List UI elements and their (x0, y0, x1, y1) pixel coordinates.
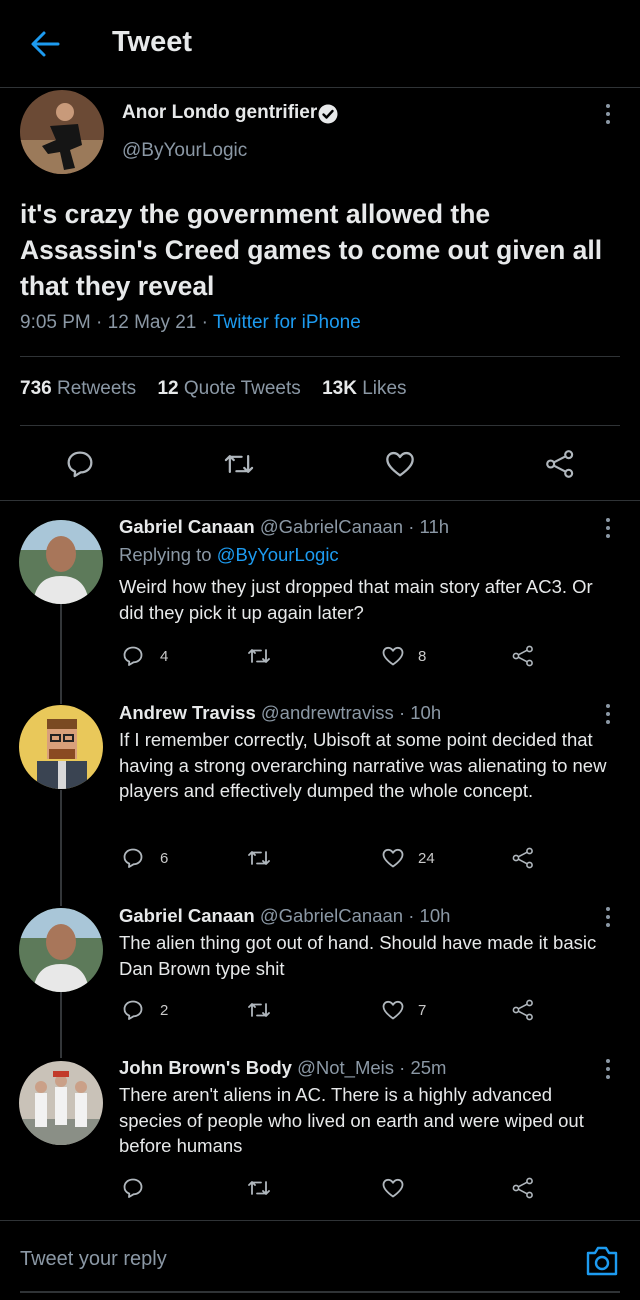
reply-header: Gabriel Canaan @GabrielCanaan · 11h (119, 516, 450, 537)
reply-icon[interactable] (120, 644, 146, 668)
reply-author-handle[interactable]: @GabrielCanaan (260, 905, 403, 926)
meta-separator: · (201, 312, 208, 333)
page-title: Tweet (112, 26, 193, 58)
reply-header: Gabriel Canaan @GabrielCanaan · 10h (119, 905, 451, 926)
like-icon[interactable] (380, 998, 406, 1022)
reply-text: Weird how they just dropped that main st… (119, 576, 593, 623)
back-arrow-icon[interactable] (28, 28, 62, 60)
more-options-icon[interactable] (604, 704, 612, 728)
reply-input[interactable]: Tweet your reply (20, 1248, 167, 1271)
reply-author-handle[interactable]: @andrewtraviss (261, 702, 394, 723)
like-count: 7 (418, 1002, 427, 1019)
reply-avatar[interactable] (19, 908, 103, 992)
retweet-icon[interactable] (245, 1176, 273, 1200)
composer-underline (20, 1291, 620, 1293)
more-options-icon[interactable] (604, 104, 612, 128)
divider (20, 425, 620, 426)
reply-time: 25m (410, 1057, 447, 1078)
divider (0, 500, 640, 501)
top-bar: Tweet (0, 0, 640, 88)
reply-author-handle[interactable]: @Not_Meis (297, 1057, 394, 1078)
thread-line (60, 992, 62, 1058)
retweets-stat[interactable]: 736 Retweets (20, 378, 136, 399)
likes-stat[interactable]: 13K Likes (322, 378, 407, 399)
reply-icon[interactable] (120, 998, 146, 1022)
reply-author-name[interactable]: Andrew Traviss (119, 702, 256, 723)
reply-avatar[interactable] (19, 520, 103, 604)
like-icon[interactable] (383, 448, 417, 480)
retweet-icon[interactable] (245, 846, 273, 870)
reply-avatar[interactable] (19, 1061, 103, 1145)
camera-icon[interactable] (584, 1244, 620, 1278)
meta-separator: · (96, 312, 103, 333)
reply-header: John Brown's Body @Not_Meis · 25m (119, 1057, 447, 1078)
more-options-icon[interactable] (604, 518, 612, 542)
like-icon[interactable] (380, 644, 406, 668)
share-icon[interactable] (543, 448, 577, 480)
verified-badge-icon (318, 104, 338, 124)
tweet-source-link[interactable]: Twitter for iPhone (213, 312, 361, 333)
share-icon[interactable] (510, 998, 536, 1022)
reply-avatar[interactable] (19, 705, 103, 789)
reply-text: If I remember correctly, Ubisoft at some… (119, 729, 607, 801)
reply-count: 6 (160, 850, 169, 867)
author-handle[interactable]: @ByYourLogic (122, 140, 247, 162)
reply-text: The alien thing got out of hand. Should … (119, 932, 597, 979)
reply-count: 2 (160, 1002, 169, 1019)
replying-to-handle[interactable]: @ByYourLogic (217, 544, 339, 565)
retweet-icon[interactable] (245, 998, 273, 1022)
retweet-icon[interactable] (245, 644, 273, 668)
more-options-icon[interactable] (604, 907, 612, 931)
like-icon[interactable] (380, 1176, 406, 1200)
reply-text: There aren't aliens in AC. There is a hi… (119, 1084, 584, 1156)
thread-line (60, 790, 62, 906)
more-options-icon[interactable] (604, 1059, 612, 1083)
thread-line (60, 604, 62, 704)
reply-author-name[interactable]: Gabriel Canaan (119, 905, 255, 926)
like-icon[interactable] (380, 846, 406, 870)
reply-author-handle[interactable]: @GabrielCanaan (260, 516, 403, 537)
reply-header: Andrew Traviss @andrewtraviss · 10h (119, 702, 442, 723)
replying-to: Replying to @ByYourLogic (119, 544, 339, 565)
reply-time: 10h (410, 702, 442, 723)
share-icon[interactable] (510, 1176, 536, 1200)
retweet-icon[interactable] (222, 448, 256, 480)
reply-icon[interactable] (120, 846, 146, 870)
tweet-meta: 9:05 PM · 12 May 21 · Twitter for iPhone (20, 312, 361, 334)
quote-tweets-stat[interactable]: 12 Quote Tweets (157, 378, 300, 399)
tweet-stats: 736 Retweets 12 Quote Tweets 13K Likes (20, 378, 423, 400)
divider (20, 356, 620, 357)
tweet-time: 9:05 PM (20, 312, 91, 333)
author-avatar[interactable] (20, 90, 104, 174)
reply-icon[interactable] (64, 448, 96, 480)
tweet-date: 12 May 21 (107, 312, 197, 333)
reply-time: 11h (419, 516, 450, 537)
like-count: 24 (418, 850, 435, 867)
author-name[interactable]: Anor Londo gentrifier (122, 102, 317, 124)
tweet-text: it's crazy the government allowed the As… (20, 199, 603, 301)
share-icon[interactable] (510, 644, 536, 668)
reply-count: 4 (160, 648, 169, 665)
reply-author-name[interactable]: John Brown's Body (119, 1057, 292, 1078)
reply-time: 10h (419, 905, 451, 926)
reply-author-name[interactable]: Gabriel Canaan (119, 516, 255, 537)
share-icon[interactable] (510, 846, 536, 870)
like-count: 8 (418, 648, 427, 665)
reply-icon[interactable] (120, 1176, 146, 1200)
